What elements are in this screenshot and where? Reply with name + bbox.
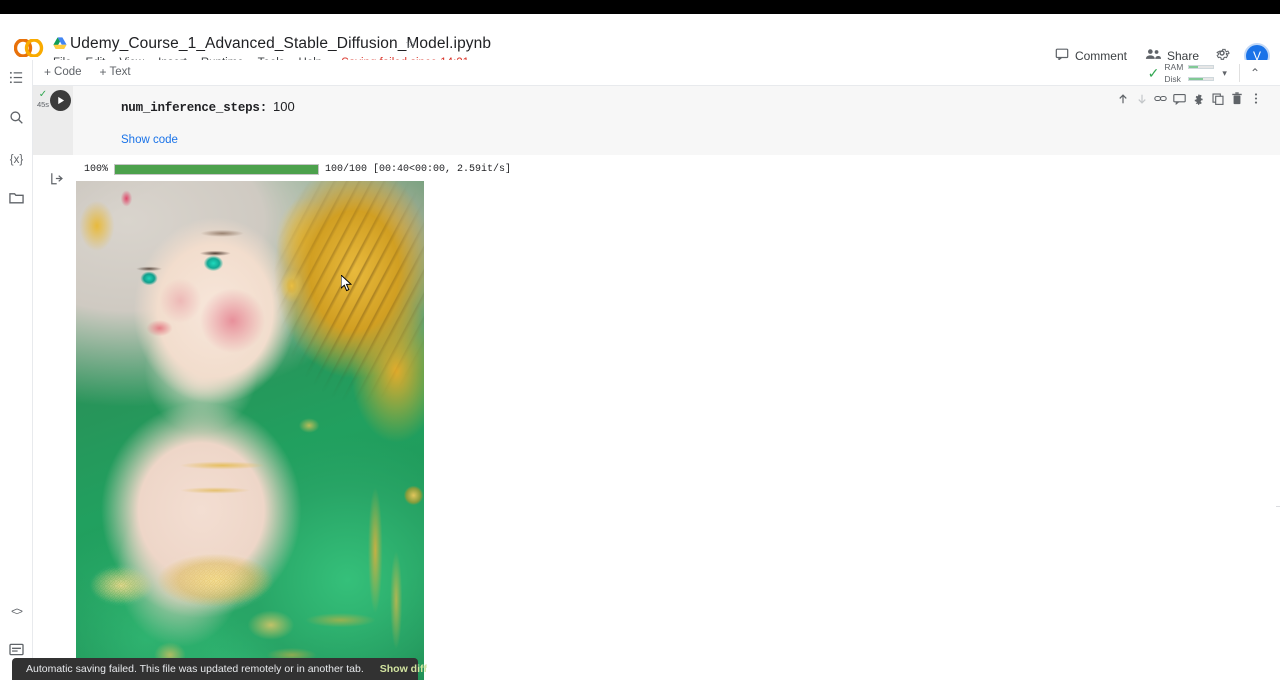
colab-logo[interactable] xyxy=(14,39,44,57)
colab-notebook-screen: Udemy_Course_1_Advanced_Stable_Diffusion… xyxy=(0,0,1280,680)
progress-stats-label: 100/100 [00:40<00:00, 2.59it/s] xyxy=(325,164,511,175)
output-arrow-icon xyxy=(51,172,64,190)
show-diff-link[interactable]: Show diff xyxy=(380,663,427,675)
move-cell-up-button[interactable] xyxy=(1114,90,1131,107)
ram-meter-row: RAM xyxy=(1164,62,1214,72)
drive-icon[interactable] xyxy=(53,37,67,50)
variables-icon: {x} xyxy=(10,154,23,166)
star-icon[interactable]: ☆ xyxy=(405,37,417,50)
add-code-cell-button[interactable]: + Code xyxy=(40,65,86,79)
add-cell-buttons: + Code + Text xyxy=(40,65,135,79)
progress-bar-row: 100% 100/100 [00:40<00:00, 2.59it/s] xyxy=(76,164,511,175)
left-sidebar: {x} <> xyxy=(0,60,33,680)
form-field-value[interactable]: 100 xyxy=(273,99,295,114)
code-brackets-icon: <> xyxy=(11,606,22,618)
progress-bar xyxy=(114,164,319,175)
run-success-icon: ✓ xyxy=(39,90,47,100)
add-text-cell-button[interactable]: + Text xyxy=(96,65,135,79)
play-icon xyxy=(56,92,65,110)
toolbar-divider xyxy=(1239,64,1240,82)
plus-icon: + xyxy=(44,66,51,78)
save-failed-toast: Automatic saving failed. This file was u… xyxy=(12,658,418,680)
vertical-scrollbar[interactable] xyxy=(1276,506,1280,507)
collapse-header-icon[interactable]: ⌃ xyxy=(1246,66,1264,80)
copy-cell-button[interactable] xyxy=(1209,90,1226,107)
progress-percent-label: 100% xyxy=(76,164,108,175)
delete-cell-button[interactable] xyxy=(1228,90,1245,107)
search-icon xyxy=(9,110,24,130)
browser-chrome-strip xyxy=(0,0,1280,14)
sidebar-item-files[interactable] xyxy=(0,180,33,220)
notebook-title[interactable]: Udemy_Course_1_Advanced_Stable_Diffusion… xyxy=(70,35,491,53)
folder-icon xyxy=(9,191,24,210)
move-cell-down-button[interactable] xyxy=(1133,90,1150,107)
link-to-cell-button[interactable] xyxy=(1152,90,1169,107)
more-cell-actions-button[interactable] xyxy=(1247,90,1264,107)
runtime-status[interactable]: ✓ RAM Disk ▾ ⌃ xyxy=(1148,62,1264,84)
cell-toolbar xyxy=(1113,90,1265,107)
chevron-down-icon[interactable]: ▾ xyxy=(1216,68,1233,79)
disk-meter-row: Disk xyxy=(1164,74,1214,84)
disk-label: Disk xyxy=(1164,74,1184,84)
run-cell-button[interactable] xyxy=(50,90,71,111)
generated-image xyxy=(76,181,424,680)
sidebar-item-find-and-replace[interactable] xyxy=(0,100,33,140)
toast-message: Automatic saving failed. This file was u… xyxy=(26,663,364,675)
notebook-body: ✓ 45s num_inference_steps: 100 Show code xyxy=(33,86,1280,680)
form-field-row: num_inference_steps: 100 xyxy=(121,99,295,115)
app-header: Udemy_Course_1_Advanced_Stable_Diffusion… xyxy=(0,14,1280,60)
cell-gutter: ✓ 45s xyxy=(33,86,73,155)
show-code-link[interactable]: Show code xyxy=(121,134,178,146)
form-field-label: num_inference_steps: xyxy=(121,101,267,115)
runtime-connected-icon: ✓ xyxy=(1148,66,1160,80)
sidebar-item-variables[interactable]: {x} xyxy=(0,140,33,180)
list-icon xyxy=(9,70,24,90)
cell-settings-button[interactable] xyxy=(1190,90,1207,107)
sidebar-item-code-snippets[interactable]: <> xyxy=(0,592,33,632)
ram-meter-bar xyxy=(1188,65,1214,69)
cell-run-time: 45s xyxy=(37,100,49,109)
sidebar-item-table-of-contents[interactable] xyxy=(0,60,33,100)
add-comment-button[interactable] xyxy=(1171,90,1188,107)
notebook-toolbar: + Code + Text xyxy=(0,60,1280,86)
ram-label: RAM xyxy=(1164,62,1184,72)
cell-form-body[interactable]: num_inference_steps: 100 Show code xyxy=(73,86,1280,155)
add-code-label: Code xyxy=(54,66,82,78)
plus-icon: + xyxy=(100,66,107,78)
disk-meter-bar xyxy=(1188,77,1214,81)
add-text-label: Text xyxy=(110,66,131,78)
resource-meters: RAM Disk xyxy=(1164,62,1214,84)
